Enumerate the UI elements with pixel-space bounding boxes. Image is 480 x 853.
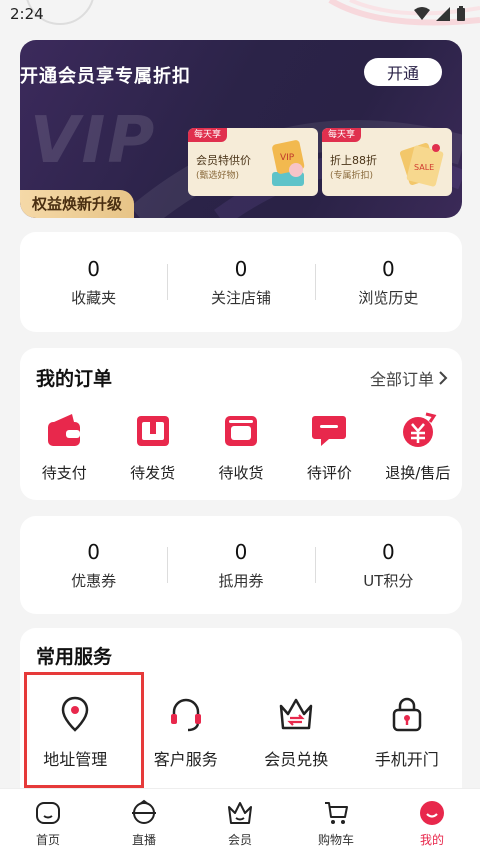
box-icon [136, 416, 169, 446]
order-label: 待收货 [218, 464, 264, 482]
all-orders-link[interactable]: 全部订单 [370, 366, 448, 390]
vip-card-gift-icon: VIP [272, 140, 305, 186]
status-time: 2:24 [10, 5, 44, 23]
nav-home[interactable]: 首页 [0, 789, 96, 853]
package-icon [225, 416, 258, 446]
stat-label: 关注店铺 [210, 288, 271, 307]
nav-cart[interactable]: 购物车 [288, 789, 384, 853]
benefit-subtitle: (专属折扣) [330, 171, 374, 181]
chevron-right-icon [439, 371, 448, 385]
battery-icon [457, 6, 465, 21]
headset-icon [170, 698, 201, 732]
vip-upgrade-badge[interactable]: 权益焕新升级 [20, 190, 135, 218]
nav-member[interactable]: 会员 [192, 789, 288, 853]
nav-live[interactable]: 直播 [96, 789, 192, 853]
order-label: 待评价 [306, 464, 352, 482]
stat-favorites[interactable]: 0 收藏夹 [20, 232, 167, 332]
order-pending-shipment[interactable]: 待发货 [108, 410, 196, 483]
service-label: 地址管理 [43, 750, 108, 769]
stat-value: 0 [381, 539, 395, 564]
service-label: 手机开门 [374, 750, 439, 769]
crown-exchange-icon [280, 698, 313, 730]
profile-icon [420, 801, 444, 825]
order-refund-aftersales[interactable]: 退换/售后 [374, 410, 462, 483]
bottom-navigation: 首页 直播 会员 购物车 我的 [0, 788, 480, 853]
cart-icon [325, 802, 348, 824]
svg-text:VIP: VIP [280, 153, 295, 163]
common-services-card: 常用服务 地址管理 客户服务 会员兑换 手机开门 [20, 628, 462, 803]
stat-ut-points[interactable]: 0 UT积分 [314, 516, 462, 614]
status-icons [414, 6, 466, 22]
service-member-exchange[interactable]: 会员兑换 [241, 672, 352, 788]
benefit-card-member-price[interactable]: 每天享 会员特供价 (甄选好物) VIP [188, 128, 318, 196]
location-pin-icon [61, 696, 89, 732]
nav-label: 我的 [419, 833, 444, 847]
service-customer-support[interactable]: 客户服务 [131, 672, 242, 788]
nav-label: 首页 [35, 833, 60, 847]
nav-label: 直播 [131, 833, 156, 847]
nav-label: 购物车 [317, 833, 354, 847]
signal-icon [436, 7, 450, 21]
svg-text:SALE: SALE [414, 163, 434, 172]
assets-stats-card: 0 优惠券 0 抵用券 0 UT积分 [20, 516, 462, 614]
lock-icon [392, 697, 421, 732]
stat-history[interactable]: 0 浏览历史 [314, 232, 462, 332]
home-icon [36, 802, 60, 824]
stat-coupons[interactable]: 0 优惠券 [20, 516, 167, 614]
crown-icon [228, 802, 252, 824]
service-label: 会员兑换 [264, 750, 329, 769]
service-address-management[interactable]: 地址管理 [20, 672, 131, 788]
stat-label: 收藏夹 [71, 288, 117, 307]
order-label: 待支付 [41, 464, 87, 482]
stat-followed-shops[interactable]: 0 关注店铺 [167, 232, 314, 332]
order-pending-payment[interactable]: 待支付 [20, 410, 108, 483]
all-orders-label: 全部订单 [369, 370, 434, 389]
benefit-title: 折上88折 [330, 154, 377, 167]
nav-profile[interactable]: 我的 [384, 789, 480, 853]
order-label: 待发货 [130, 464, 176, 482]
benefit-subtitle: (甄选好物) [196, 171, 240, 181]
stat-value: 0 [381, 256, 395, 281]
orders-title: 我的订单 [36, 368, 113, 390]
stat-label: 浏览历史 [358, 288, 419, 307]
order-label: 退换/售后 [385, 464, 451, 482]
benefit-card-discount[interactable]: 每天享 折上88折 (专属折扣) SALE [322, 128, 452, 196]
stat-vouchers[interactable]: 0 抵用券 [167, 516, 314, 614]
wallet-icon [48, 414, 81, 446]
order-pending-receipt[interactable]: 待收货 [197, 410, 285, 483]
wifi-icon [414, 7, 430, 20]
order-pending-review[interactable]: 待评价 [285, 410, 373, 483]
stat-label: UT积分 [363, 571, 414, 590]
live-icon [132, 799, 156, 824]
stat-label: 优惠券 [71, 571, 117, 590]
comment-icon [312, 416, 347, 446]
status-bar: 2:24 [0, 0, 480, 28]
nav-label: 会员 [227, 833, 252, 847]
benefit-tag: 每天享 [188, 128, 228, 142]
vip-title: 开通会员享专属折扣 [20, 66, 191, 87]
benefit-title: 会员特供价 [196, 154, 251, 167]
sale-coupon-icon: SALE [400, 143, 444, 187]
stat-label: 抵用券 [218, 571, 264, 590]
vip-open-button[interactable]: 开通 [364, 58, 442, 86]
favorites-stats-card: 0 收藏夹 0 关注店铺 0 浏览历史 [20, 232, 462, 332]
service-phone-unlock[interactable]: 手机开门 [352, 672, 463, 788]
vip-watermark: VIP [30, 104, 157, 178]
benefit-tag: 每天享 [322, 128, 362, 142]
stat-value: 0 [234, 539, 248, 564]
stat-value: 0 [234, 256, 248, 281]
refund-icon [402, 412, 437, 447]
my-orders-card: 我的订单 全部订单 待支付 待发货 待收货 待评价 退换/售后 [20, 348, 462, 500]
stat-value: 0 [87, 539, 101, 564]
stat-value: 0 [87, 256, 101, 281]
services-title: 常用服务 [36, 646, 113, 668]
service-label: 客户服务 [153, 750, 218, 769]
